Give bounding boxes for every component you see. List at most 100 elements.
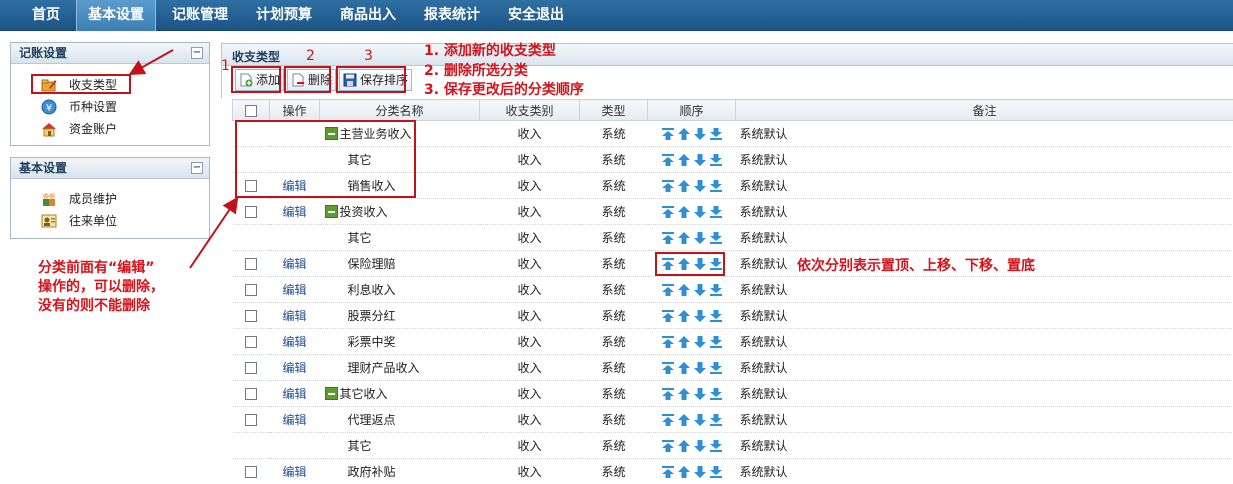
move-bottom-icon[interactable] [709, 335, 723, 349]
order-arrows [660, 438, 724, 453]
nav-budget[interactable]: 计划预算 [244, 0, 324, 31]
move-down-icon[interactable] [693, 413, 707, 427]
nav-bookkeeping[interactable]: 记账管理 [160, 0, 240, 31]
move-top-icon[interactable] [661, 205, 675, 219]
move-up-icon[interactable] [677, 205, 691, 219]
select-all-checkbox[interactable] [245, 104, 257, 117]
row-checkbox[interactable] [245, 258, 257, 270]
move-top-icon[interactable] [661, 179, 675, 193]
nav-logout[interactable]: 安全退出 [496, 0, 576, 31]
move-bottom-icon[interactable] [709, 153, 723, 167]
move-bottom-icon[interactable] [709, 439, 723, 453]
row-checkbox[interactable] [245, 466, 257, 478]
row-select-cell [232, 458, 270, 484]
move-up-icon[interactable] [677, 387, 691, 401]
move-bottom-icon[interactable] [709, 231, 723, 245]
edit-link[interactable]: 编辑 [282, 257, 306, 271]
row-checkbox[interactable] [245, 388, 257, 400]
row-remark-cell: 系统默认 [735, 276, 1233, 303]
move-down-icon[interactable] [693, 283, 707, 297]
move-up-icon[interactable] [677, 179, 691, 193]
move-down-icon[interactable] [693, 231, 707, 245]
row-checkbox[interactable] [245, 362, 257, 374]
move-bottom-icon[interactable] [709, 283, 723, 297]
move-up-icon[interactable] [677, 309, 691, 323]
move-up-icon[interactable] [677, 413, 691, 427]
row-kind-cell: 系统 [579, 146, 648, 173]
row-select-cell [232, 302, 270, 329]
move-down-icon[interactable] [693, 179, 707, 193]
row-checkbox[interactable] [245, 414, 257, 426]
move-up-icon[interactable] [677, 439, 691, 453]
move-down-icon[interactable] [693, 465, 707, 479]
row-checkbox[interactable] [245, 336, 257, 348]
move-down-icon[interactable] [693, 335, 707, 349]
annotation-note-add: 1. 添加新的收支类型 [424, 43, 556, 59]
move-down-icon[interactable] [693, 153, 707, 167]
move-top-icon[interactable] [661, 439, 675, 453]
move-down-icon[interactable] [693, 127, 707, 141]
collapse-icon[interactable]: − [191, 162, 203, 174]
move-bottom-icon[interactable] [709, 387, 723, 401]
move-top-icon[interactable] [661, 283, 675, 297]
annotation-edit-note-line3: 没有的则不能删除 [38, 298, 150, 314]
edit-link[interactable]: 编辑 [282, 361, 306, 375]
row-direction-cell: 收入 [479, 172, 580, 199]
move-bottom-icon[interactable] [709, 413, 723, 427]
move-bottom-icon[interactable] [709, 361, 723, 375]
move-bottom-icon[interactable] [709, 205, 723, 219]
move-top-icon[interactable] [661, 231, 675, 245]
move-up-icon[interactable] [677, 361, 691, 375]
nav-basic-settings[interactable]: 基本设置 [76, 0, 156, 31]
edit-link[interactable]: 编辑 [282, 335, 306, 349]
row-remark-cell: 系统默认 [735, 328, 1233, 355]
highlight-box-sidebar-item [31, 74, 131, 94]
move-down-icon[interactable] [693, 387, 707, 401]
edit-link[interactable]: 编辑 [282, 283, 306, 297]
row-checkbox[interactable] [245, 284, 257, 296]
nav-home[interactable]: 首页 [18, 0, 74, 31]
edit-link[interactable]: 编辑 [282, 413, 306, 427]
panel-title-text: 基本设置 [19, 161, 68, 175]
move-top-icon[interactable] [661, 127, 675, 141]
move-top-icon[interactable] [661, 153, 675, 167]
move-up-icon[interactable] [677, 335, 691, 349]
move-top-icon[interactable] [661, 361, 675, 375]
order-arrows [660, 334, 724, 349]
row-direction-cell: 收入 [479, 328, 580, 355]
row-checkbox[interactable] [245, 206, 257, 218]
move-down-icon[interactable] [693, 361, 707, 375]
move-top-icon[interactable] [661, 387, 675, 401]
move-up-icon[interactable] [677, 465, 691, 479]
edit-link[interactable]: 编辑 [282, 309, 306, 323]
move-bottom-icon[interactable] [709, 309, 723, 323]
row-direction-cell: 收入 [479, 458, 580, 484]
move-bottom-icon[interactable] [709, 465, 723, 479]
edit-link[interactable]: 编辑 [282, 465, 306, 479]
row-action-cell: 编辑 [269, 458, 320, 484]
move-top-icon[interactable] [661, 413, 675, 427]
move-up-icon[interactable] [677, 283, 691, 297]
move-top-icon[interactable] [661, 309, 675, 323]
move-top-icon[interactable] [661, 335, 675, 349]
collapse-group-icon[interactable] [324, 205, 338, 218]
edit-link[interactable]: 编辑 [282, 387, 306, 401]
edit-link[interactable]: 编辑 [282, 205, 306, 219]
move-down-icon[interactable] [693, 309, 707, 323]
nav-reports[interactable]: 报表统计 [412, 0, 492, 31]
nav-goods[interactable]: 商品出入 [328, 0, 408, 31]
top-nav: 首页 基本设置 记账管理 计划预算 商品出入 报表统计 安全退出 [0, 0, 1233, 31]
row-action-cell: 编辑 [269, 250, 320, 277]
move-up-icon[interactable] [677, 231, 691, 245]
move-up-icon[interactable] [677, 153, 691, 167]
collapse-icon[interactable]: − [191, 47, 203, 59]
move-down-icon[interactable] [693, 439, 707, 453]
category-name: 理财产品收入 [347, 361, 420, 375]
move-top-icon[interactable] [661, 465, 675, 479]
collapse-group-icon[interactable] [324, 387, 338, 400]
row-checkbox[interactable] [245, 310, 257, 322]
move-down-icon[interactable] [693, 205, 707, 219]
move-up-icon[interactable] [677, 127, 691, 141]
move-bottom-icon[interactable] [709, 127, 723, 141]
move-bottom-icon[interactable] [709, 179, 723, 193]
